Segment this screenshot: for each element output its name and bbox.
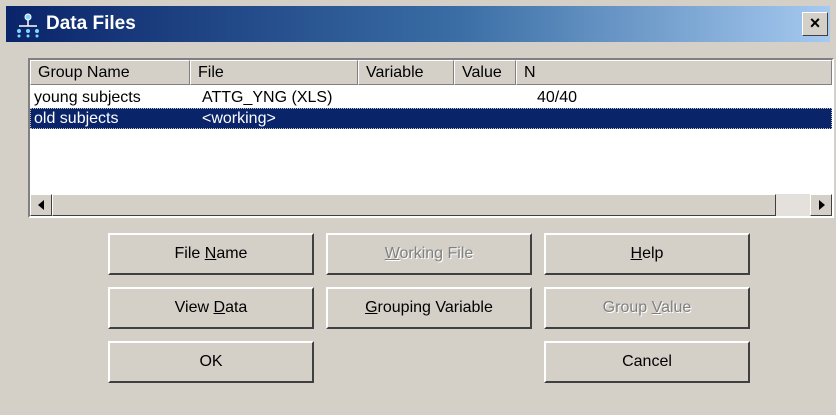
group-value-button-label-rest: alue [661,299,692,316]
file-name-button[interactable]: File Name [108,233,314,275]
data-files-dialog: Data Files × Group Name File Variable Va… [0,0,836,415]
column-header-value[interactable]: Value [454,60,516,85]
working-file-button-accel: W [384,245,400,262]
help-button-label: elp [642,245,664,262]
cell-file: <working> [202,110,276,127]
table-row[interactable]: young subjects ATTG_YNG (XLS) 40/40 [30,87,832,108]
grouping-variable-button[interactable]: Grouping Variable [326,287,532,329]
cell-file: ATTG_YNG (XLS) [202,89,333,106]
close-button[interactable]: × [802,12,828,36]
column-header-variable[interactable]: Variable [358,60,454,85]
file-name-button-label: File [174,245,205,262]
file-name-button-label-rest: ame [216,245,248,262]
title-bar[interactable]: Data Files × [6,6,830,42]
view-data-button-label: View [174,299,214,316]
cell-group-name: old subjects [34,110,119,127]
cancel-button-label: Cancel [622,353,672,370]
horizontal-scrollbar[interactable] [30,194,832,216]
view-data-button-accel: D [213,299,226,316]
working-file-button: Working File [326,233,532,275]
scroll-thumb[interactable] [52,194,776,216]
column-header-group-name[interactable]: Group Name [30,60,190,85]
help-button-accel: H [630,245,643,262]
working-file-button-label: orking File [399,245,474,262]
scroll-right-button[interactable] [810,194,832,216]
column-header-n[interactable]: N [516,60,832,85]
cancel-button[interactable]: Cancel [544,341,750,383]
table-row[interactable]: old subjects <working> [30,108,832,129]
close-icon: × [809,13,821,33]
scroll-left-button[interactable] [30,194,52,216]
list-header: Group Name File Variable Value N [30,60,832,85]
view-data-button[interactable]: View Data [108,287,314,329]
help-button[interactable]: Help [544,233,750,275]
ok-button-label: OK [199,353,223,370]
view-data-button-label-rest: ata [225,299,248,316]
cell-group-name: young subjects [34,89,141,106]
grouping-variable-button-label: rouping Variable [377,299,493,316]
arrow-right-icon [819,200,825,210]
window-title: Data Files [46,13,136,34]
ok-button[interactable]: OK [108,341,314,383]
arrow-left-icon [38,200,44,210]
group-value-button-label: Group [602,299,652,316]
grouping-variable-button-accel: G [365,299,378,316]
data-files-list[interactable]: Group Name File Variable Value N young s… [28,58,834,218]
cell-n: 40/40 [537,89,578,106]
data-files-icon [17,13,39,38]
group-value-button-accel: V [651,299,662,316]
group-value-button: Group Value [544,287,750,329]
file-name-button-accel: N [204,245,217,262]
column-header-file[interactable]: File [190,60,358,85]
